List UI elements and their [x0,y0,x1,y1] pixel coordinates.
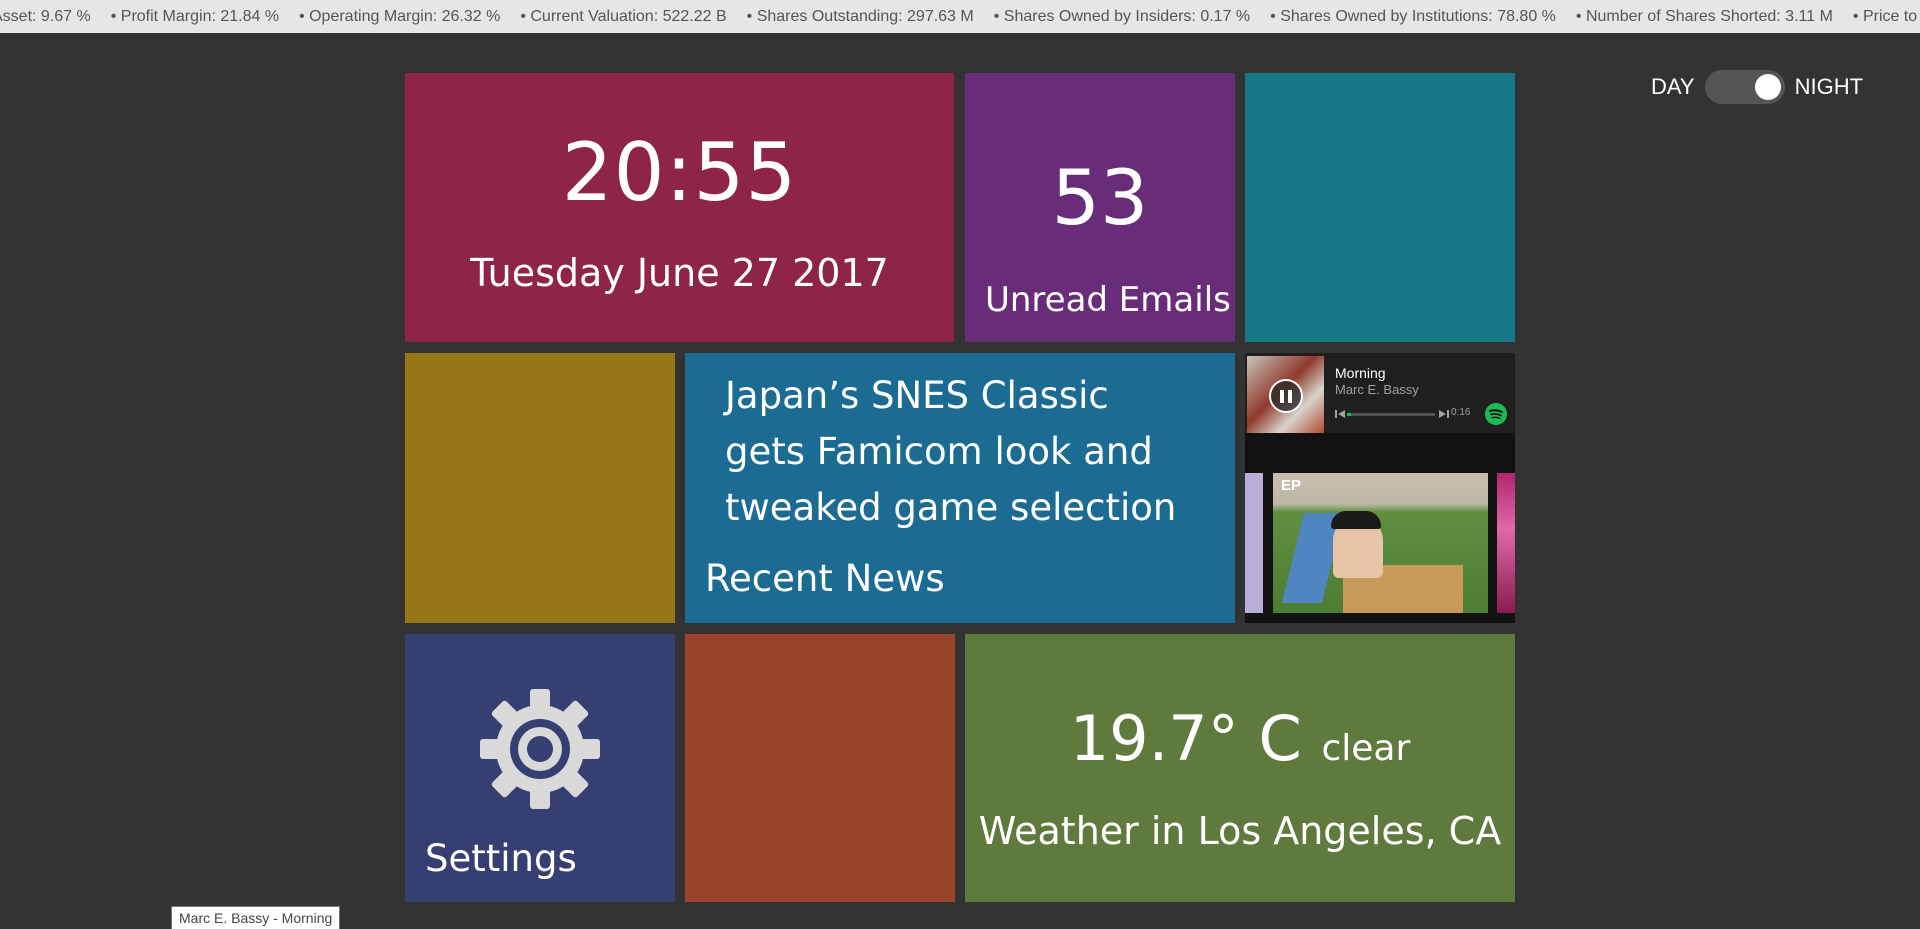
ticker-item: • Current Valuation: 522.22 B [520,8,727,25]
ticker-item: • Shares Outstanding: 297.63 M [746,8,974,25]
email-tile[interactable]: 53 Unread Emails [965,73,1235,342]
switch-knob [1754,74,1781,100]
track-tooltip: Marc E. Bassy - Morning [171,906,341,929]
settings-tile[interactable]: Settings [405,634,675,902]
weather-temperature-line: 19.7° C clear [965,702,1515,786]
unread-email-count: 53 [1051,153,1149,242]
ticker-item: • Price to Earni [1852,8,1920,25]
ticker-item: Asset: 9.67 % [0,8,91,25]
previous-track-icon[interactable] [1335,409,1345,419]
music-player-tile: Morning Marc E. Bassy 0:16 EP [1245,353,1515,623]
clock-time: 20:55 [561,126,798,219]
teal-tile[interactable] [1245,73,1515,342]
track-artist: Marc E. Bassy [1335,382,1419,397]
track-title: Morning [1335,365,1386,381]
news-tile[interactable]: Japan’s SNES Classic gets Famicom look a… [685,353,1235,623]
night-label: NIGHT [1794,74,1864,99]
ticker-item: • Number of Shares Shorted: 3.11 M [1575,8,1833,25]
album-art-previous[interactable] [1245,473,1263,613]
ticker-item: • Shares Owned by Institutions: 78.80 % [1270,8,1556,25]
settings-tile-label: Settings [425,837,577,880]
weather-location: Weather in Los Angeles, CA [978,809,1502,853]
album-badge: EP [1281,477,1302,494]
player-bar: Morning Marc E. Bassy 0:16 [1245,353,1515,433]
pause-icon [1288,389,1292,403]
clock-date: Tuesday June 27 2017 [470,251,889,295]
album-art-carousel: EP [1245,473,1515,613]
day-night-toggle: DAY NIGHT [1651,70,1863,104]
album-thumbnail [1247,356,1324,433]
ticker-item: • Profit Margin: 21.84 % [110,8,280,25]
stock-ticker: Asset: 9.67 % • Profit Margin: 21.84 % •… [0,0,1920,33]
pause-button[interactable] [1269,379,1303,413]
spotify-icon[interactable] [1485,403,1507,425]
weather-temperature: 19.7° C [1069,702,1302,775]
album-art-current[interactable]: EP [1273,473,1488,613]
album-art-next[interactable] [1497,473,1515,613]
track-elapsed-time: 0:16 [1451,407,1471,418]
gear-icon [480,689,600,809]
ticker-track: Asset: 9.67 % • Profit Margin: 21.84 % •… [0,0,1920,33]
pause-icon [1280,389,1284,403]
weather-tile[interactable]: 19.7° C clear Weather in Los Angeles, CA [965,634,1515,902]
ticker-item: • Shares Owned by Insiders: 0.17 % [993,8,1251,25]
gold-tile[interactable] [405,353,675,623]
email-tile-label: Unread Emails [985,280,1231,320]
next-track-icon[interactable] [1439,409,1449,419]
theme-switch[interactable] [1704,70,1785,104]
track-progress-fill [1347,413,1352,416]
rust-tile[interactable] [685,634,955,902]
news-headline: Japan’s SNES Classic gets Famicom look a… [725,374,1177,529]
clock-tile[interactable]: 20:55 Tuesday June 27 2017 [405,73,954,342]
day-label: DAY [1651,74,1695,99]
news-tile-label: Recent News [705,557,945,600]
art-cap [1331,511,1381,529]
ticker-item: • Operating Margin: 26.32 % [299,8,501,25]
track-progress-bar[interactable] [1347,413,1435,416]
weather-condition: clear [1321,728,1411,769]
